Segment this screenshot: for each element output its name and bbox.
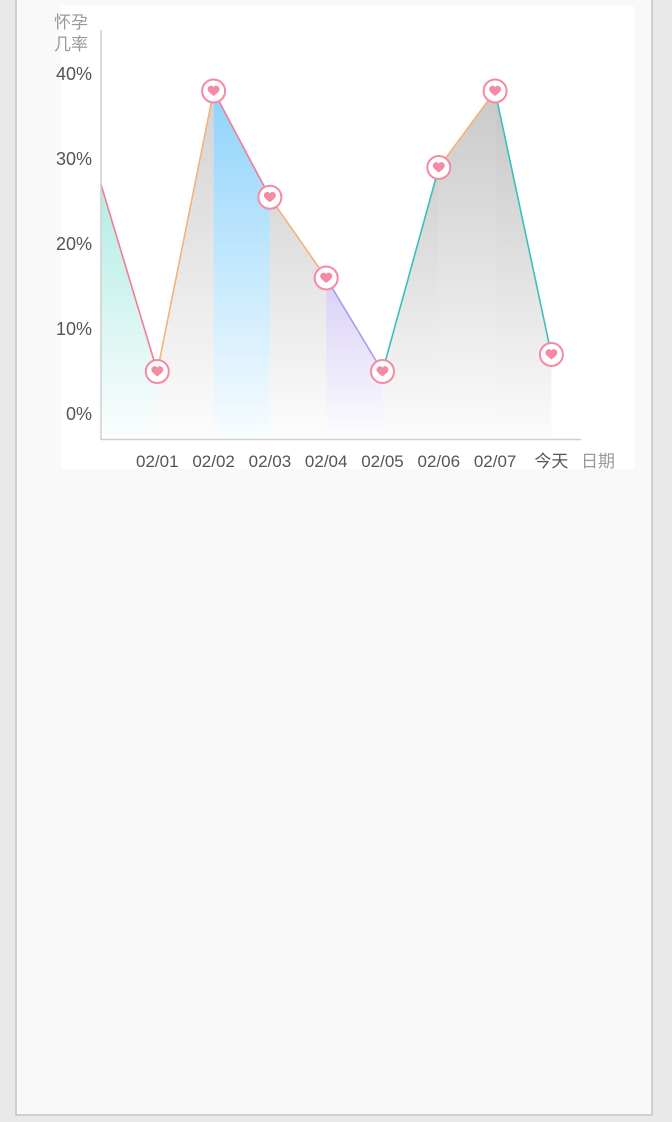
- y-tick-label: 20%: [56, 234, 92, 254]
- data-point-marker: [482, 78, 508, 104]
- data-point-marker: [201, 78, 227, 104]
- y-tick-label: 40%: [56, 64, 92, 84]
- x-tick-label: 02/06: [418, 452, 461, 471]
- data-point-marker: [313, 265, 339, 291]
- data-point-marker: [144, 359, 170, 384]
- x-tick-label: 02/03: [249, 452, 292, 471]
- pregnancy-chance-chart: 怀孕 几率 日期 0%10%20%30%40% 02/01 02/02 02/03 0…: [54, 13, 615, 471]
- x-tick-label: 02/04: [305, 452, 348, 471]
- area-segment: [157, 91, 214, 438]
- x-tick-label: 今天: [534, 452, 568, 471]
- x-tick-label: 02/02: [192, 452, 235, 471]
- x-tick-label: 02/01: [136, 452, 179, 471]
- x-axis-title: 日期: [581, 452, 615, 471]
- data-point-marker: [257, 184, 283, 210]
- data-point-marker: [426, 155, 452, 180]
- x-tick-label: 02/05: [361, 452, 404, 471]
- data-point-marker: [538, 342, 564, 367]
- area-fills: [101, 91, 552, 438]
- area-segment: [269, 197, 327, 438]
- area-segment: [495, 91, 552, 438]
- data-point-marker: [370, 359, 395, 384]
- y-tick-labels: 0% 10% 20% 30% 40%: [56, 64, 92, 424]
- x-tick-labels: 02/01 02/02 02/03 02/04 02/05 02/06 02/07 今天: [136, 452, 568, 471]
- area-segment: [101, 184, 158, 438]
- y-axis-title-line-2: 几率: [54, 35, 88, 54]
- area-segment: [382, 167, 439, 438]
- area-segment: [438, 91, 496, 438]
- y-tick-label: 10%: [56, 319, 92, 339]
- y-axis-title-line-1: 怀孕: [54, 13, 88, 32]
- x-tick-label: 02/07: [474, 452, 517, 471]
- y-tick-label: 0%: [66, 404, 92, 424]
- y-tick-label: 30%: [56, 149, 92, 169]
